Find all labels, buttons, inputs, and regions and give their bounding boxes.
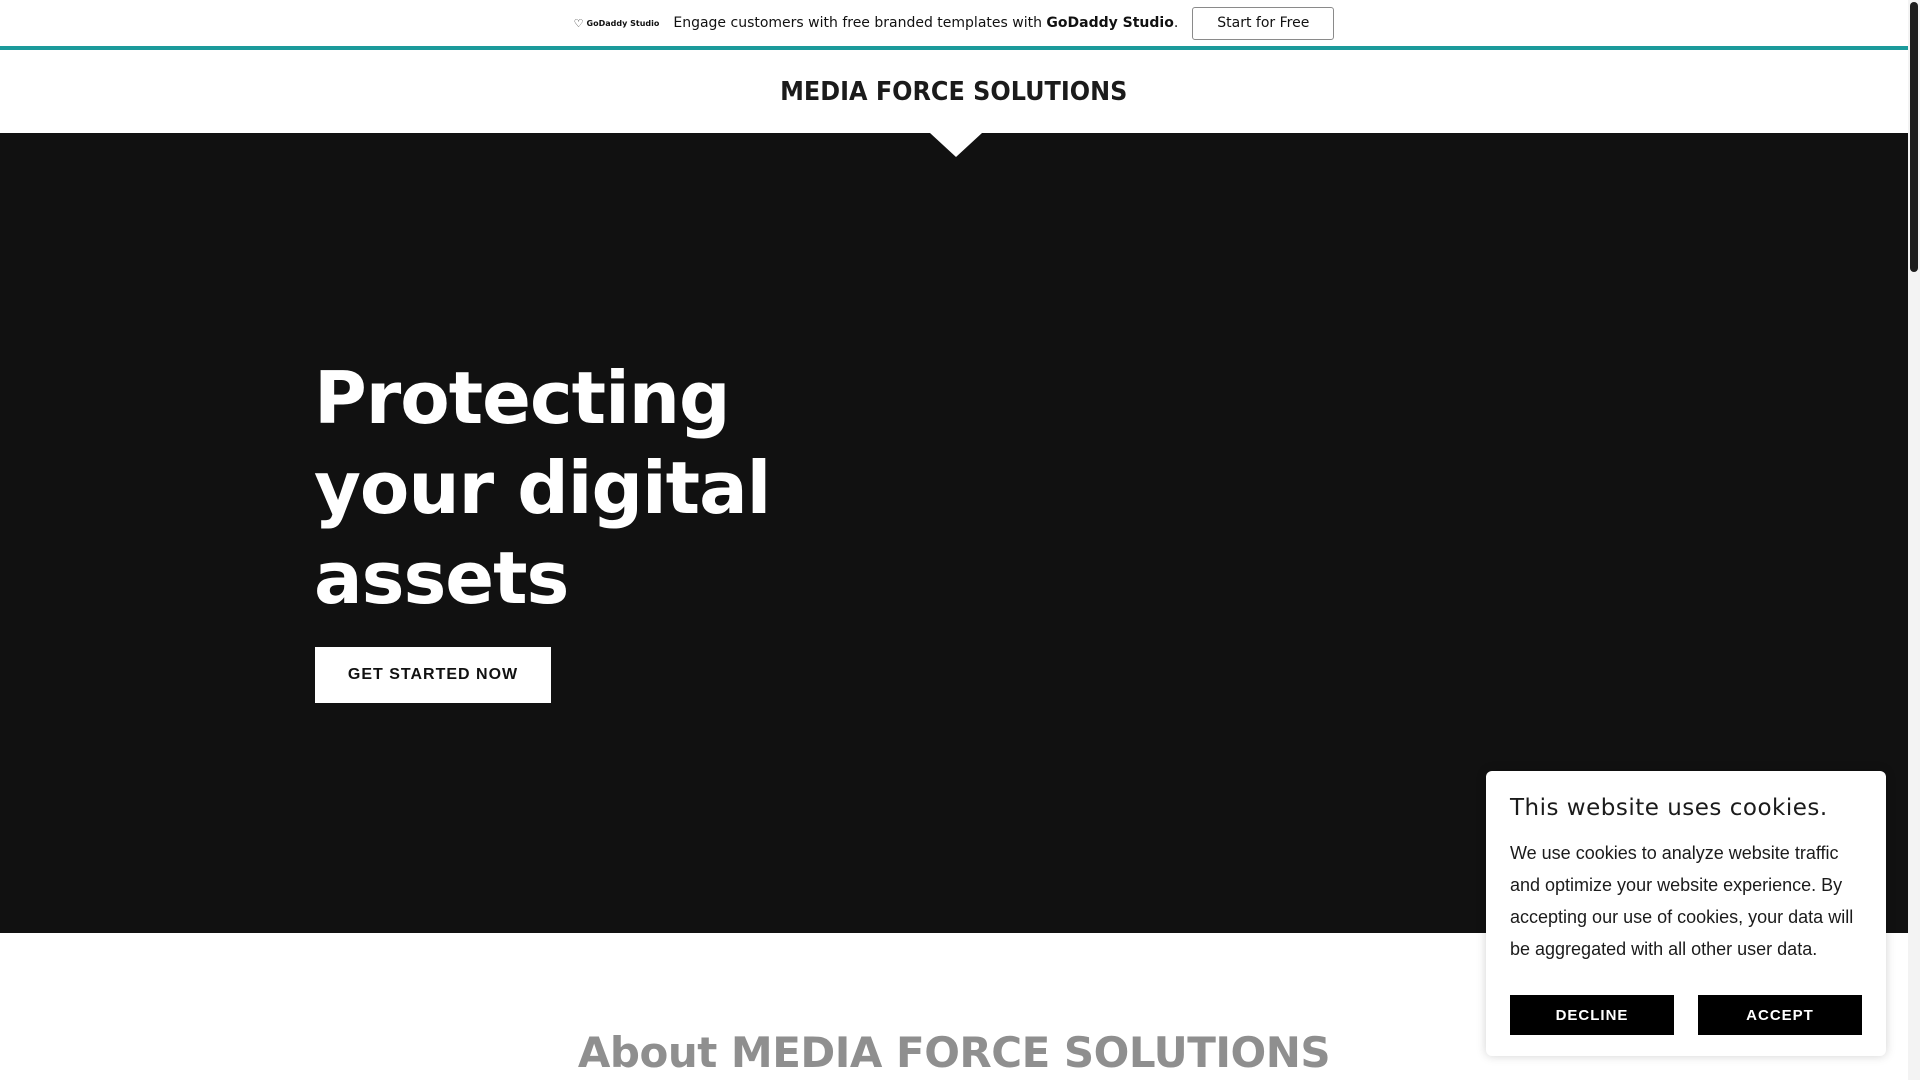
godaddy-heart-icon: ♡ bbox=[573, 16, 584, 30]
accept-button[interactable]: ACCEPT bbox=[1698, 995, 1862, 1035]
promo-bar: ♡ GoDaddy Studio Engage customers with f… bbox=[0, 0, 1908, 46]
cookie-title: This website uses cookies. bbox=[1510, 795, 1828, 821]
decline-button[interactable]: DECLINE bbox=[1510, 995, 1674, 1035]
start-for-free-button[interactable]: Start for Free bbox=[1192, 6, 1335, 40]
cookie-actions: DECLINE ACCEPT bbox=[1510, 995, 1862, 1035]
cookie-message: We use cookies to analyze website traffi… bbox=[1510, 843, 1854, 959]
hero-title: Protecting your digital assets bbox=[314, 356, 771, 620]
header-notch bbox=[930, 133, 982, 157]
cookie-banner: This website uses cookies. We use cookie… bbox=[1486, 771, 1886, 1056]
logo-text: GoDaddy Studio bbox=[586, 18, 660, 28]
promo-message-prefix: Engage customers with free branded templ… bbox=[673, 15, 1047, 31]
page-scrollbar[interactable] bbox=[1908, 0, 1920, 1080]
get-started-button[interactable]: GET STARTED NOW bbox=[315, 647, 551, 703]
site-brand[interactable]: MEDIA FORCE SOLUTIONS bbox=[780, 77, 1127, 107]
site-header: MEDIA FORCE SOLUTIONS bbox=[0, 50, 1908, 133]
godaddy-studio-logo[interactable]: ♡ GoDaddy Studio bbox=[574, 17, 660, 30]
promo-message: Engage customers with free branded templ… bbox=[673, 15, 1178, 31]
promo-message-suffix: . bbox=[1173, 15, 1179, 31]
promo-message-brand: GoDaddy Studio bbox=[1046, 15, 1174, 31]
scrollbar-thumb[interactable] bbox=[1910, 2, 1918, 272]
